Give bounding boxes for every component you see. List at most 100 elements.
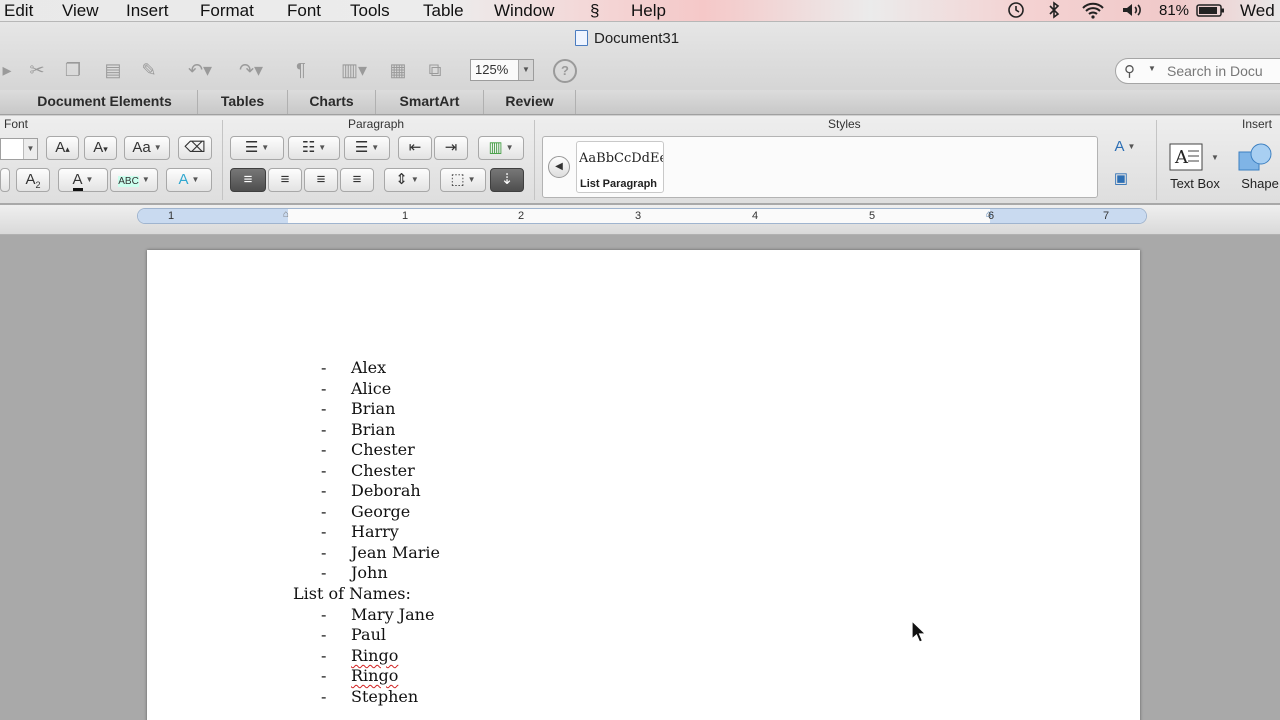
list-item[interactable]: Alex [351, 358, 386, 377]
document-title: Document31 [575, 30, 679, 47]
indent-marker-icon[interactable]: ⌂ [283, 208, 289, 222]
toolbox-icon[interactable]: ⧉ [420, 58, 450, 82]
list-item[interactable]: Alice [351, 379, 391, 398]
battery-icon[interactable] [1196, 0, 1226, 22]
battery-percent[interactable]: 81% [1159, 0, 1189, 22]
gallery-icon[interactable]: ▦ [386, 58, 410, 82]
list-item[interactable]: Brian [351, 399, 395, 418]
styles-group-label: Styles [828, 117, 861, 131]
document-page[interactable]: - Alex - Alice - Brian - Brian - Chester… [147, 250, 1140, 720]
align-center-button[interactable]: ≡ [268, 168, 302, 192]
ruler-number: 1 [402, 210, 409, 222]
paste-icon[interactable]: ▤ [100, 58, 126, 82]
tab-document-elements[interactable]: Document Elements [12, 90, 198, 114]
pilcrow-icon[interactable]: ¶ [290, 58, 312, 82]
superscript-partial-button[interactable] [0, 168, 10, 192]
menu-window[interactable]: Window [494, 0, 554, 22]
format-painter-icon[interactable]: ✎ [136, 58, 162, 82]
wifi-icon[interactable] [1080, 0, 1106, 22]
horizontal-ruler[interactable]: 1 1 2 3 4 5 6 7 ⌂ ⌂ [137, 208, 1147, 224]
menu-tools[interactable]: Tools [350, 0, 390, 22]
copy-icon[interactable]: ❐ [60, 58, 86, 82]
menu-edit[interactable]: Edit [4, 0, 33, 22]
list-item-misspelled[interactable]: Ringo [351, 666, 398, 685]
tab-tables[interactable]: Tables [198, 90, 288, 114]
cut-icon[interactable]: ✂ [24, 58, 50, 82]
zoom-dropdown-icon[interactable]: ▼ [518, 60, 533, 80]
list-item[interactable]: Harry [351, 522, 399, 541]
justify-button[interactable]: ≡ [340, 168, 374, 192]
time-machine-icon[interactable] [1005, 0, 1027, 22]
tab-review[interactable]: Review [484, 90, 576, 114]
sort-button[interactable]: ⇣ [490, 168, 524, 192]
change-case-button[interactable]: Aa ▼ [124, 136, 170, 160]
script-menu-icon[interactable]: § [590, 0, 599, 22]
decrease-indent-button[interactable]: ⇤ [398, 136, 432, 160]
list-item[interactable]: John [351, 563, 388, 582]
font-size-dropdown-icon[interactable]: ▼ [23, 139, 37, 159]
menu-help[interactable]: Help [631, 0, 666, 22]
gallery-previous-icon[interactable]: ◀ [548, 156, 570, 178]
search-field[interactable]: ⚲ ▼ Search in Docu [1115, 58, 1280, 84]
grow-font-button[interactable]: A▴ [46, 136, 79, 160]
text-box-button[interactable]: A ▼ Text Box [1164, 142, 1226, 191]
toolbar-partial-icon[interactable]: ▸ [0, 58, 14, 82]
tab-charts[interactable]: Charts [288, 90, 376, 114]
align-left-button[interactable]: ≡ [230, 168, 266, 192]
list-item[interactable]: Chester [351, 440, 415, 459]
list-item[interactable]: Deborah [351, 481, 421, 500]
zoom-select[interactable]: 125% ▼ [470, 59, 534, 81]
clear-formatting-button[interactable]: ⌫ [178, 136, 212, 160]
list-item[interactable]: Jean Marie [351, 543, 440, 562]
search-options-icon[interactable]: ▼ [1148, 64, 1156, 73]
volume-icon[interactable] [1120, 0, 1144, 22]
help-icon[interactable]: ? [553, 59, 577, 83]
right-indent-marker-icon[interactable]: ⌂ [986, 208, 992, 222]
subscript-button[interactable]: A2 [16, 168, 50, 192]
list-heading[interactable]: List of Names: [293, 584, 411, 603]
list-item[interactable]: Mary Jane [351, 605, 434, 624]
menu-insert[interactable]: Insert [126, 0, 169, 22]
style-pane-icon[interactable]: ▣ [1108, 168, 1134, 192]
numbering-button[interactable]: ☷ ▼ [288, 136, 340, 160]
shape-button[interactable]: Shape [1236, 142, 1280, 191]
columns-button[interactable]: ▥ ▼ [478, 136, 524, 160]
line-spacing-button[interactable]: ⇕ ▼ [384, 168, 430, 192]
redo-icon[interactable]: ↷▾ [228, 58, 274, 82]
list-bullet: - [321, 625, 327, 644]
align-right-button[interactable]: ≡ [304, 168, 338, 192]
ruler-number: 1 [168, 210, 175, 222]
menu-clock[interactable]: Wed [1240, 0, 1275, 22]
shrink-font-button[interactable]: A▾ [84, 136, 117, 160]
menu-font[interactable]: Font [287, 0, 321, 22]
font-color-button[interactable]: A ▼ [58, 168, 108, 192]
highlight-button[interactable]: ABC ▼ [110, 168, 158, 192]
font-size-field[interactable]: ▼ [0, 138, 38, 160]
list-item[interactable]: Paul [351, 625, 386, 644]
list-bullet: - [321, 461, 327, 480]
sidebar-toggle-icon[interactable]: ▥▾ [332, 58, 376, 82]
list-item[interactable]: Stephen [351, 687, 418, 706]
group-separator [534, 120, 535, 200]
multilevel-list-button[interactable]: ☰ ▼ [344, 136, 390, 160]
font-group-label: Font [4, 117, 29, 131]
menu-view[interactable]: View [62, 0, 99, 22]
list-item[interactable]: George [351, 502, 410, 521]
list-item-misspelled[interactable]: Ringo [351, 646, 398, 665]
list-bullet: - [321, 379, 327, 398]
undo-icon[interactable]: ↶▾ [180, 58, 220, 82]
manage-styles-icon[interactable]: A ▼ [1106, 136, 1144, 160]
style-list-paragraph[interactable]: AaBbCcDdEe List Paragraph [576, 141, 664, 193]
bluetooth-icon[interactable] [1048, 0, 1060, 22]
bullets-button[interactable]: ☰ ▼ [230, 136, 284, 160]
tab-smartart[interactable]: SmartArt [376, 90, 484, 114]
ruler-number: 7 [1103, 210, 1110, 222]
increase-indent-button[interactable]: ⇥ [434, 136, 468, 160]
menu-format[interactable]: Format [200, 0, 254, 22]
right-margin-region [990, 209, 1146, 223]
text-effects-button[interactable]: A ▼ [166, 168, 212, 192]
menu-table[interactable]: Table [423, 0, 464, 22]
list-item[interactable]: Chester [351, 461, 415, 480]
list-item[interactable]: Brian [351, 420, 395, 439]
borders-button[interactable]: ⬚ ▼ [440, 168, 486, 192]
